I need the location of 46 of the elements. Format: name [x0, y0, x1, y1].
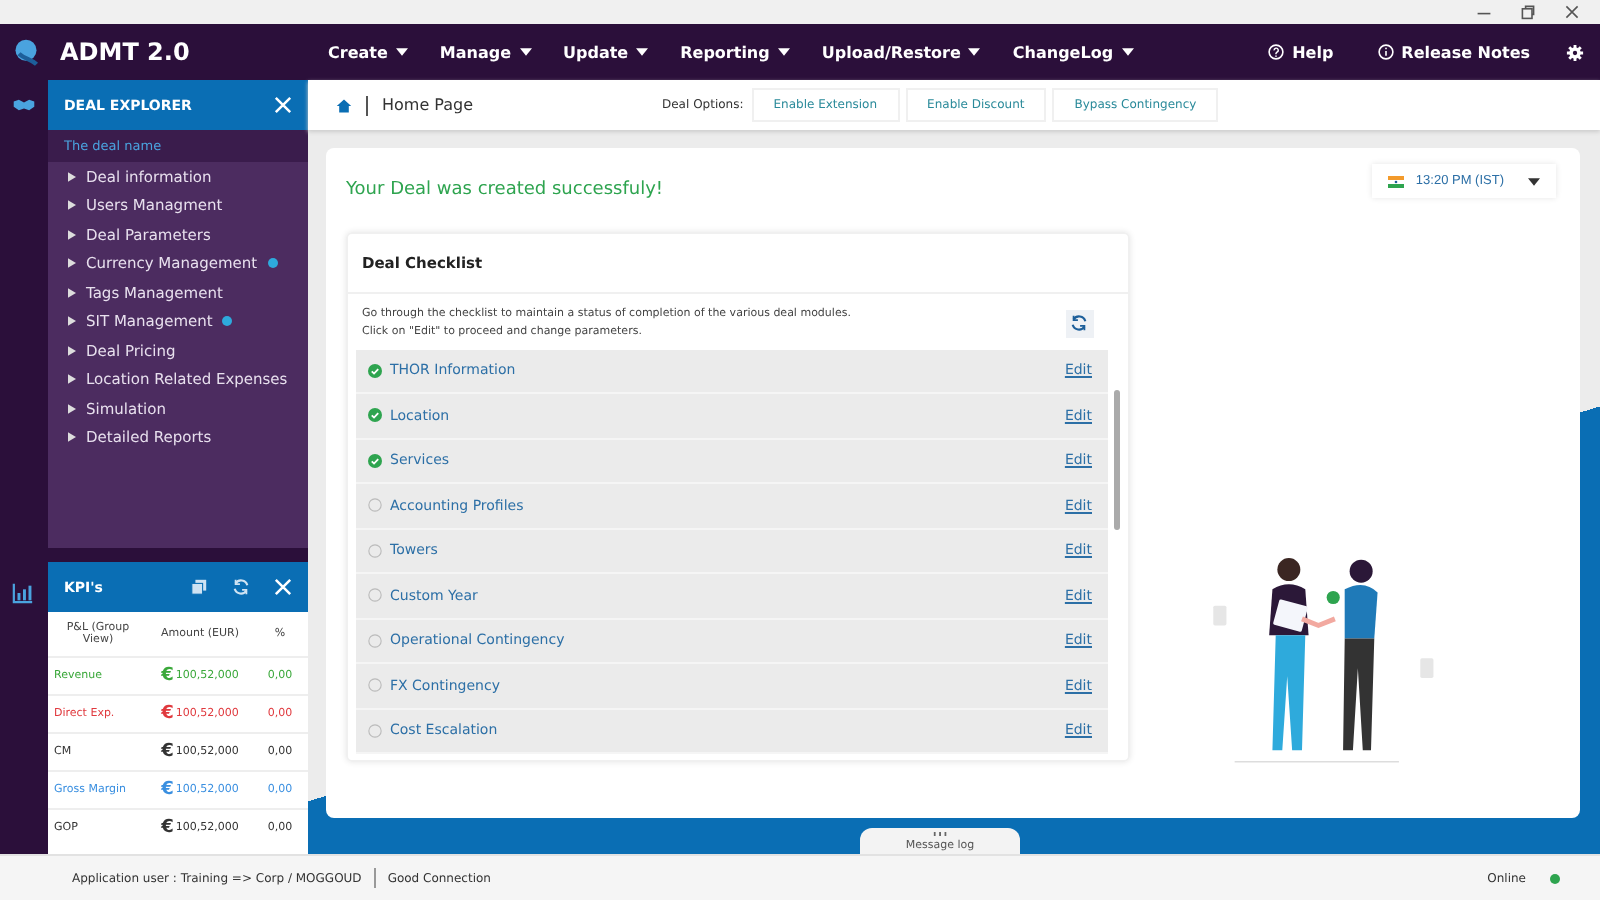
chart-icon[interactable]: [12, 582, 34, 604]
copy-icon[interactable]: [190, 578, 208, 596]
caret-icon: [395, 48, 408, 56]
logo-icon: [12, 38, 40, 66]
refresh-icon[interactable]: [232, 578, 250, 596]
caret-icon: [968, 48, 981, 56]
release-notes-link[interactable]: Release Notes: [1361, 43, 1546, 61]
nav-menu[interactable]: Update: [547, 43, 665, 61]
status-dot: [1550, 873, 1560, 883]
home-icon[interactable]: [336, 97, 352, 113]
caret-icon: [68, 403, 76, 414]
caret-icon: [68, 258, 76, 269]
restore-icon[interactable]: [1520, 4, 1536, 20]
nav-menu[interactable]: Manage: [423, 43, 547, 61]
currency-symbol: €: [161, 818, 174, 838]
currency-symbol: €: [161, 666, 174, 686]
nav-menu[interactable]: Reporting: [664, 43, 806, 61]
refresh-button[interactable]: [1066, 309, 1094, 338]
caret-icon: [68, 374, 76, 385]
caret-icon: [68, 229, 76, 240]
caret-icon: [519, 48, 531, 56]
currency-symbol: €: [161, 742, 174, 762]
help-link[interactable]: Help: [1252, 43, 1350, 61]
currency-symbol: €: [161, 704, 174, 724]
caret-icon: [1528, 177, 1540, 185]
caret-icon: [636, 48, 649, 56]
caret-icon: [68, 432, 76, 443]
currency-symbol: €: [161, 780, 174, 800]
help-icon: [1268, 44, 1285, 60]
settings-icon[interactable]: [1566, 43, 1584, 61]
close-icon[interactable]: [1564, 4, 1580, 20]
caret-icon: [68, 200, 76, 211]
success-message: Your Deal was created successfuly!: [346, 178, 665, 204]
nav-menu[interactable]: Upload/Restore: [805, 43, 997, 61]
app-title: ADMT 2.0: [60, 38, 192, 66]
caret-icon: [68, 316, 76, 327]
nav-menu[interactable]: Create: [312, 43, 424, 61]
breadcrumb: Home Page: [382, 96, 476, 114]
nav-menu[interactable]: ChangeLog: [996, 43, 1150, 61]
caret-icon: [1121, 48, 1134, 56]
caret-icon: [777, 48, 790, 56]
caret-icon: [68, 345, 76, 356]
caret-icon: [68, 287, 76, 298]
info-icon: [1377, 44, 1394, 60]
caret-icon: [68, 171, 76, 182]
flag-icon: [1387, 175, 1404, 187]
